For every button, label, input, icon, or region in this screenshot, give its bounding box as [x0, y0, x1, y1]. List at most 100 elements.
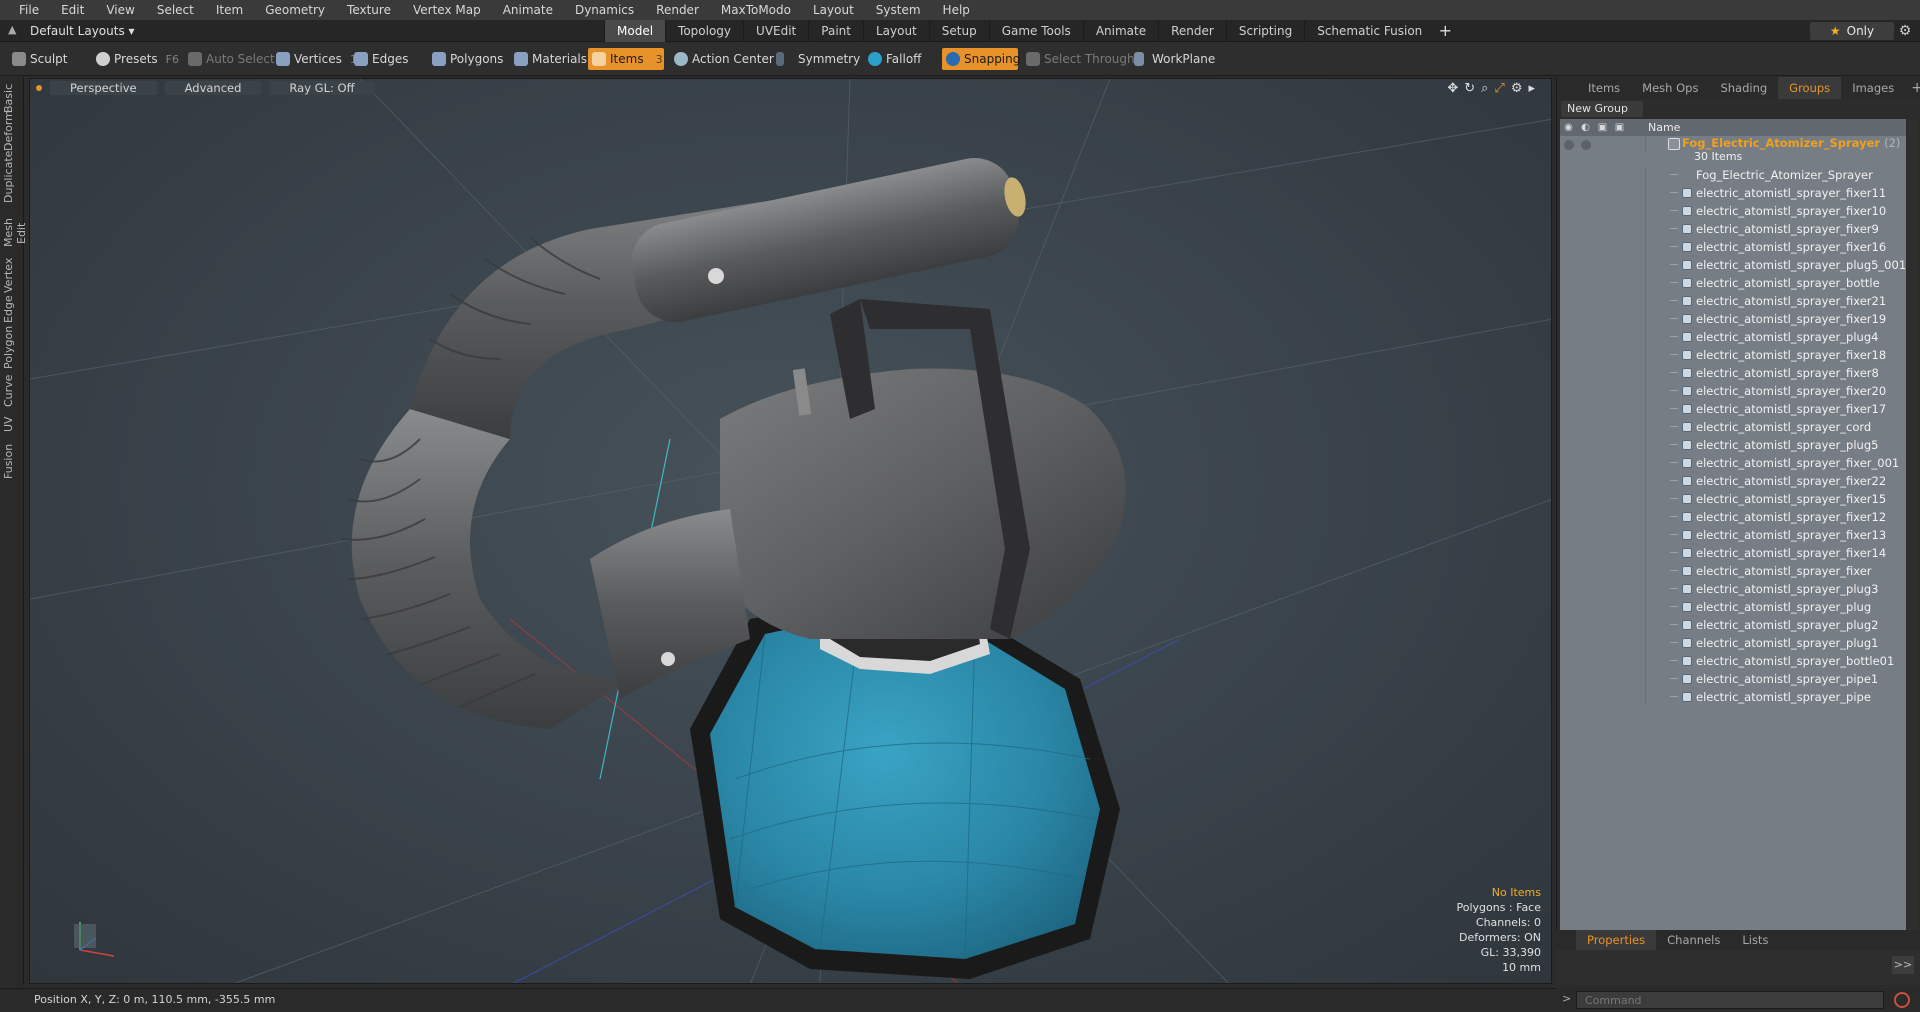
- menu-item-vertex-map[interactable]: Vertex Map: [402, 0, 492, 20]
- only-button[interactable]: ★ Only: [1810, 22, 1894, 40]
- list-item[interactable]: electric_atomistl_sprayer_plug1: [1560, 634, 1906, 652]
- layout-tab-schematic-fusion[interactable]: Schematic Fusion: [1304, 20, 1434, 42]
- left-tab-deform[interactable]: Deform: [2, 110, 22, 151]
- new-group-button[interactable]: New Group: [1561, 101, 1643, 117]
- menu-item-file[interactable]: File: [8, 0, 50, 20]
- eye-icon[interactable]: [1564, 140, 1574, 150]
- list-item[interactable]: electric_atomistl_sprayer_plug: [1560, 598, 1906, 616]
- list-item[interactable]: electric_atomistl_sprayer_pipe1: [1560, 670, 1906, 688]
- panel-tab-shading[interactable]: Shading: [1709, 77, 1778, 99]
- command-input[interactable]: [1576, 991, 1884, 1009]
- list-item[interactable]: electric_atomistl_sprayer_bottle01: [1560, 652, 1906, 670]
- rotate-view-icon[interactable]: ↻: [1464, 81, 1475, 96]
- menu-item-geometry[interactable]: Geometry: [254, 0, 336, 20]
- menu-item-maxtomodo[interactable]: MaxToModo: [710, 0, 802, 20]
- panel-tab-groups[interactable]: Groups: [1778, 77, 1842, 99]
- properties-tab-properties[interactable]: Properties: [1576, 930, 1657, 950]
- gear-icon[interactable]: ⚙: [1896, 22, 1914, 40]
- panel-tab-mesh-ops[interactable]: Mesh Ops: [1631, 77, 1709, 99]
- items-button[interactable]: Items 3: [588, 48, 664, 70]
- select-through-button[interactable]: Select Through: [1022, 48, 1135, 70]
- left-tab-duplicate[interactable]: Duplicate: [2, 151, 22, 203]
- left-tab-uv[interactable]: UV: [2, 413, 22, 435]
- view-type-button[interactable]: Perspective: [50, 81, 157, 95]
- list-item[interactable]: electric_atomistl_sprayer_plug5_001: [1560, 256, 1906, 274]
- panel-tab-images[interactable]: Images: [1841, 77, 1905, 99]
- list-item[interactable]: electric_atomistl_sprayer_fixer: [1560, 562, 1906, 580]
- polygons-button[interactable]: Polygons: [428, 48, 503, 70]
- move-view-icon[interactable]: ✥: [1447, 81, 1458, 96]
- list-item[interactable]: electric_atomistl_sprayer_bottle: [1560, 274, 1906, 292]
- auto-select-button[interactable]: Auto Select: [184, 48, 275, 70]
- layout-tab-setup[interactable]: Setup: [928, 20, 989, 42]
- list-item[interactable]: electric_atomistl_sprayer_fixer21: [1560, 292, 1906, 310]
- add-layout-icon[interactable]: +: [1434, 20, 1456, 42]
- shading-mode-button[interactable]: Advanced: [164, 81, 262, 95]
- list-item[interactable]: electric_atomistl_sprayer_fixer8: [1560, 364, 1906, 382]
- list-item[interactable]: electric_atomistl_sprayer_cord: [1560, 418, 1906, 436]
- layout-tab-scripting[interactable]: Scripting: [1225, 20, 1304, 42]
- panel-scrollbar[interactable]: [1908, 119, 1918, 957]
- edges-button[interactable]: Edges2: [350, 48, 439, 70]
- materials-button[interactable]: Materials: [510, 48, 587, 70]
- list-item[interactable]: electric_atomistl_sprayer_fixer17: [1560, 400, 1906, 418]
- left-tab-basic[interactable]: Basic: [2, 84, 22, 113]
- raygl-button[interactable]: Ray GL: Off: [269, 81, 375, 95]
- layout-tab-topology[interactable]: Topology: [665, 20, 743, 42]
- vertices-button[interactable]: Vertices1: [272, 48, 357, 70]
- list-item[interactable]: electric_atomistl_sprayer_fixer22: [1560, 472, 1906, 490]
- workplane-button[interactable]: WorkPlane: [1130, 48, 1215, 70]
- menu-item-system[interactable]: System: [865, 0, 932, 20]
- left-tab-curve[interactable]: Curve: [2, 375, 22, 407]
- add-panel-tab-icon[interactable]: +: [1905, 77, 1920, 99]
- menu-item-edit[interactable]: Edit: [50, 0, 95, 20]
- select-icon[interactable]: ▣: [1611, 119, 1628, 136]
- list-item[interactable]: electric_atomistl_sprayer_plug4: [1560, 328, 1906, 346]
- layout-tab-render[interactable]: Render: [1158, 20, 1226, 42]
- lock-icon[interactable]: ▣: [1594, 119, 1611, 136]
- layout-tab-animate[interactable]: Animate: [1082, 20, 1158, 42]
- list-item[interactable]: electric_atomistl_sprayer_fixer13: [1560, 526, 1906, 544]
- menu-item-texture[interactable]: Texture: [336, 0, 402, 20]
- record-icon[interactable]: [1894, 992, 1910, 1008]
- snapping-button[interactable]: Snapping: [942, 48, 1020, 70]
- visibility-icon[interactable]: ◉: [1560, 119, 1577, 136]
- layout-dropdown[interactable]: Default Layouts ▾: [30, 22, 135, 40]
- expand-view-icon[interactable]: ▸: [1528, 81, 1535, 96]
- properties-tab-channels[interactable]: Channels: [1656, 930, 1731, 950]
- menu-item-help[interactable]: Help: [932, 0, 981, 20]
- left-tab-polygon[interactable]: Polygon: [2, 326, 22, 369]
- list-item[interactable]: electric_atomistl_sprayer_fixer_001: [1560, 454, 1906, 472]
- list-item[interactable]: electric_atomistl_sprayer_fixer10: [1560, 202, 1906, 220]
- list-item[interactable]: Fog_Electric_Atomizer_Sprayer: [1560, 166, 1906, 184]
- menu-item-dynamics[interactable]: Dynamics: [564, 0, 645, 20]
- menu-item-render[interactable]: Render: [645, 0, 710, 20]
- list-item[interactable]: electric_atomistl_sprayer_fixer14: [1560, 544, 1906, 562]
- list-item[interactable]: electric_atomistl_sprayer_fixer20: [1560, 382, 1906, 400]
- list-item[interactable]: electric_atomistl_sprayer_fixer11: [1560, 184, 1906, 202]
- menu-item-layout[interactable]: Layout: [802, 0, 865, 20]
- falloff-button[interactable]: Falloff: [864, 48, 921, 70]
- left-tab-vertex[interactable]: Vertex: [2, 258, 22, 293]
- menu-item-animate[interactable]: Animate: [492, 0, 564, 20]
- layout-tab-layout[interactable]: Layout: [862, 20, 929, 42]
- presets-button[interactable]: Presets F6: [92, 48, 179, 70]
- left-tab-edge[interactable]: Edge: [2, 295, 22, 323]
- 3d-viewport[interactable]: Perspective Advanced Ray GL: Off ✥ ↻ ⌕ ⤢…: [29, 78, 1552, 984]
- layout-tab-paint[interactable]: Paint: [808, 20, 863, 42]
- layout-tab-game-tools[interactable]: Game Tools: [988, 20, 1083, 42]
- layout-tab-uvedit[interactable]: UVEdit: [743, 20, 808, 42]
- list-item[interactable]: electric_atomistl_sprayer_plug2: [1560, 616, 1906, 634]
- viewport-menu-dot[interactable]: [36, 85, 42, 91]
- settings-view-icon[interactable]: ⚙: [1511, 81, 1523, 96]
- menu-item-view[interactable]: View: [95, 0, 145, 20]
- action-center-button[interactable]: Action Center: [670, 48, 774, 70]
- left-tab-mesh-edit[interactable]: Mesh Edit: [2, 209, 28, 257]
- properties-tab-lists[interactable]: Lists: [1731, 930, 1779, 950]
- maximize-view-icon[interactable]: ⤢: [1494, 81, 1504, 96]
- list-item[interactable]: electric_atomistl_sprayer_pipe: [1560, 688, 1906, 706]
- list-item[interactable]: electric_atomistl_sprayer_plug5: [1560, 436, 1906, 454]
- panel-tab-items[interactable]: Items: [1577, 77, 1631, 99]
- render-toggle-icon[interactable]: [1581, 140, 1591, 150]
- left-tab-fusion[interactable]: Fusion: [2, 443, 22, 479]
